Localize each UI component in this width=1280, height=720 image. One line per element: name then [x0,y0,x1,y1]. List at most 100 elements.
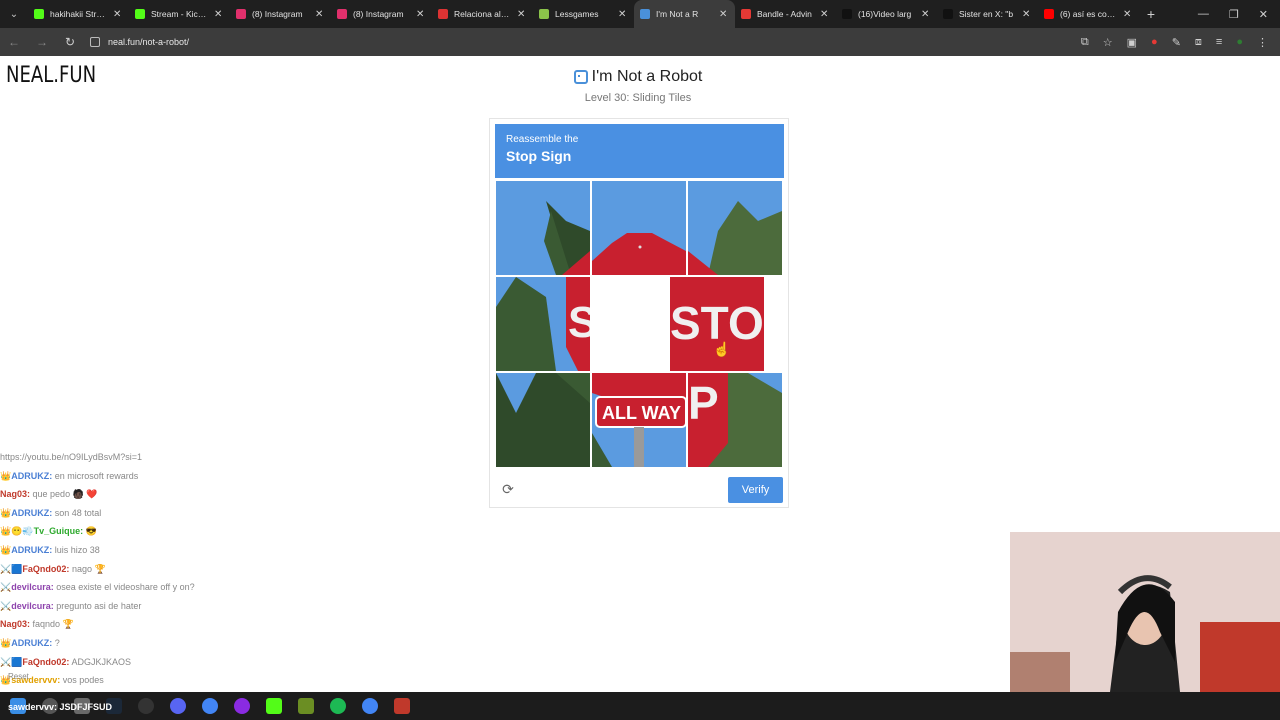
chat-text: osea existe el videoshare off y on? [56,582,195,593]
tab-close-icon[interactable]: ✕ [618,9,628,20]
spotify-icon[interactable] [330,698,346,714]
browser-tab[interactable]: Lessgames ✕ [533,0,634,28]
url-text[interactable]: neal.fun/not-a-robot/ [108,37,189,47]
address-bar: ← → ↻ neal.fun/not-a-robot/ ⧉ ☆ ▣ ● ✎ ⧈ … [0,28,1280,56]
tab-close-icon[interactable]: ✕ [113,9,123,20]
chat-text: 😎 [85,526,97,537]
tile-stop-p[interactable]: P [688,373,782,467]
chat-username[interactable]: ADRUKZ: [11,508,52,518]
tab-favicon-icon [135,9,145,19]
site-logo[interactable]: NEAL.FUN [6,63,96,88]
stream-chat-overlay: https://youtu.be/nO9ILydBsvM?si=1 👑ADRUKZ… [0,448,250,694]
chat-text: pregunto asi de hater [56,600,142,611]
extension-puzzle-icon[interactable]: ✎ [1172,36,1181,49]
tab-search-chevron-icon[interactable]: ⌄ [0,0,28,28]
chat-username[interactable]: devilcura: [11,601,54,611]
kebab-menu-icon[interactable]: ⋮ [1257,36,1268,49]
tab-close-icon[interactable]: ✕ [1123,9,1133,20]
extension-icon[interactable]: ▣ [1127,36,1137,49]
sliding-tile-grid: S STO ALL WAY P [496,181,784,469]
close-window-icon[interactable]: ✕ [1259,8,1268,21]
media-icon[interactable]: ≡ [1216,36,1222,48]
tile-letter-p: P [688,377,719,429]
back-icon[interactable]: ← [6,35,22,49]
tile-all-way[interactable]: ALL WAY [592,373,686,467]
tab-close-icon[interactable]: ✕ [315,9,325,20]
tab-close-icon[interactable]: ✕ [416,9,426,20]
reload-icon[interactable]: ↻ [62,35,78,49]
chat-text: son 48 total [54,507,102,518]
chat-username[interactable]: Nag03: [0,619,30,629]
tab-title: Relaciona al de [454,9,511,19]
translate-icon[interactable]: ⧉ [1081,36,1089,49]
browser-tab[interactable]: Sister en X: "b ✕ [937,0,1038,28]
reset-label[interactable]: Reset [8,672,29,681]
tile-letter-s: S [568,298,590,347]
tile-image [496,181,590,275]
tile-stop-s[interactable]: S [496,277,590,371]
restore-icon[interactable]: ❐ [1229,8,1239,21]
new-tab-button[interactable]: + [1139,6,1163,22]
chrome-active-icon[interactable] [362,698,378,714]
browser-tab[interactable]: I'm Not a R ✕ [634,0,735,28]
browser-tab[interactable]: Bandle - Advin ✕ [735,0,836,28]
tab-close-icon[interactable]: ✕ [719,9,729,20]
forward-icon[interactable]: → [34,35,50,49]
minimize-icon[interactable]: — [1198,8,1209,21]
tab-favicon-icon [438,9,448,19]
robot-icon [573,70,588,84]
tab-close-icon[interactable]: ✕ [820,9,830,20]
chat-username[interactable]: ADRUKZ: [11,638,52,648]
twitch-app-icon[interactable] [234,698,250,714]
kick-icon[interactable] [266,698,282,714]
discord-icon[interactable] [170,698,186,714]
tile-sky-right-tree[interactable] [688,181,782,275]
verify-button[interactable]: Verify [728,477,783,503]
profile-avatar-icon[interactable]: ● [1236,36,1243,48]
taskbar-chat-text: sawdervvv: JSDFJFSUD [8,702,113,712]
hand-cursor-icon: ☝ [713,341,731,357]
minecraft-icon[interactable] [298,698,314,714]
chrome-icon[interactable] [202,698,218,714]
chat-message: ⚔️devilcura: pregunto asi de hater [0,597,250,616]
browser-tab[interactable]: (8) Instagram ✕ [230,0,331,28]
captcha-widget: Reassemble the Stop Sign S STO ALL WAY P… [489,118,789,508]
record-icon[interactable]: ● [1151,36,1158,48]
chat-badge-icon: 👑 [0,470,12,481]
chat-username[interactable]: Tv_Guique: [34,526,84,536]
browser-tab[interactable]: (6) así es como ✕ [1038,0,1139,28]
chat-text: ? [54,637,60,648]
tab-title: I'm Not a R [656,9,699,19]
chat-username[interactable]: ADRUKZ: [11,545,52,555]
browser-tab[interactable]: (8) Instagram ✕ [331,0,432,28]
browser-tab[interactable]: Stream - Kick D ✕ [129,0,230,28]
chat-username[interactable]: ADRUKZ: [11,471,52,481]
tab-close-icon[interactable]: ✕ [517,9,527,20]
chat-username[interactable]: devilcura: [11,582,54,592]
browser-tab[interactable]: Relaciona al de ✕ [432,0,533,28]
extensions-icon[interactable]: ⧈ [1195,36,1202,49]
tile-trees-bottom[interactable] [496,373,590,467]
bookmark-star-icon[interactable]: ☆ [1103,36,1113,49]
chat-username[interactable]: FaQndo02: [22,657,69,667]
chat-badge-icon: ⚔️ [0,600,12,611]
browser-tab[interactable]: (16)Video larg ✕ [836,0,937,28]
chat-text: en microsoft rewards [54,470,139,481]
refresh-icon[interactable]: ⟳ [500,481,516,497]
tab-title: (16)Video larg [858,9,912,19]
tile-sky-left-tree[interactable] [496,181,590,275]
tab-close-icon[interactable]: ✕ [1022,9,1032,20]
chat-message: ⚔️🟦FaQndo02: nago 🏆 [0,560,250,579]
tab-close-icon[interactable]: ✕ [214,9,224,20]
omnibox[interactable]: neal.fun/not-a-robot/ [90,37,189,47]
browser-tab[interactable]: hakihakii Stream ✕ [28,0,129,28]
tile-stop-top[interactable] [592,181,686,275]
taskbar: sawdervvv: JSDFJFSUD [0,692,1280,720]
chat-username[interactable]: Nag03: [0,489,30,499]
tab-close-icon[interactable]: ✕ [921,9,931,20]
obs-icon[interactable] [138,698,154,714]
app-icon[interactable] [394,698,410,714]
site-info-icon[interactable] [90,37,100,47]
chat-username[interactable]: FaQndo02: [22,564,69,574]
tab-favicon-icon [640,9,650,19]
